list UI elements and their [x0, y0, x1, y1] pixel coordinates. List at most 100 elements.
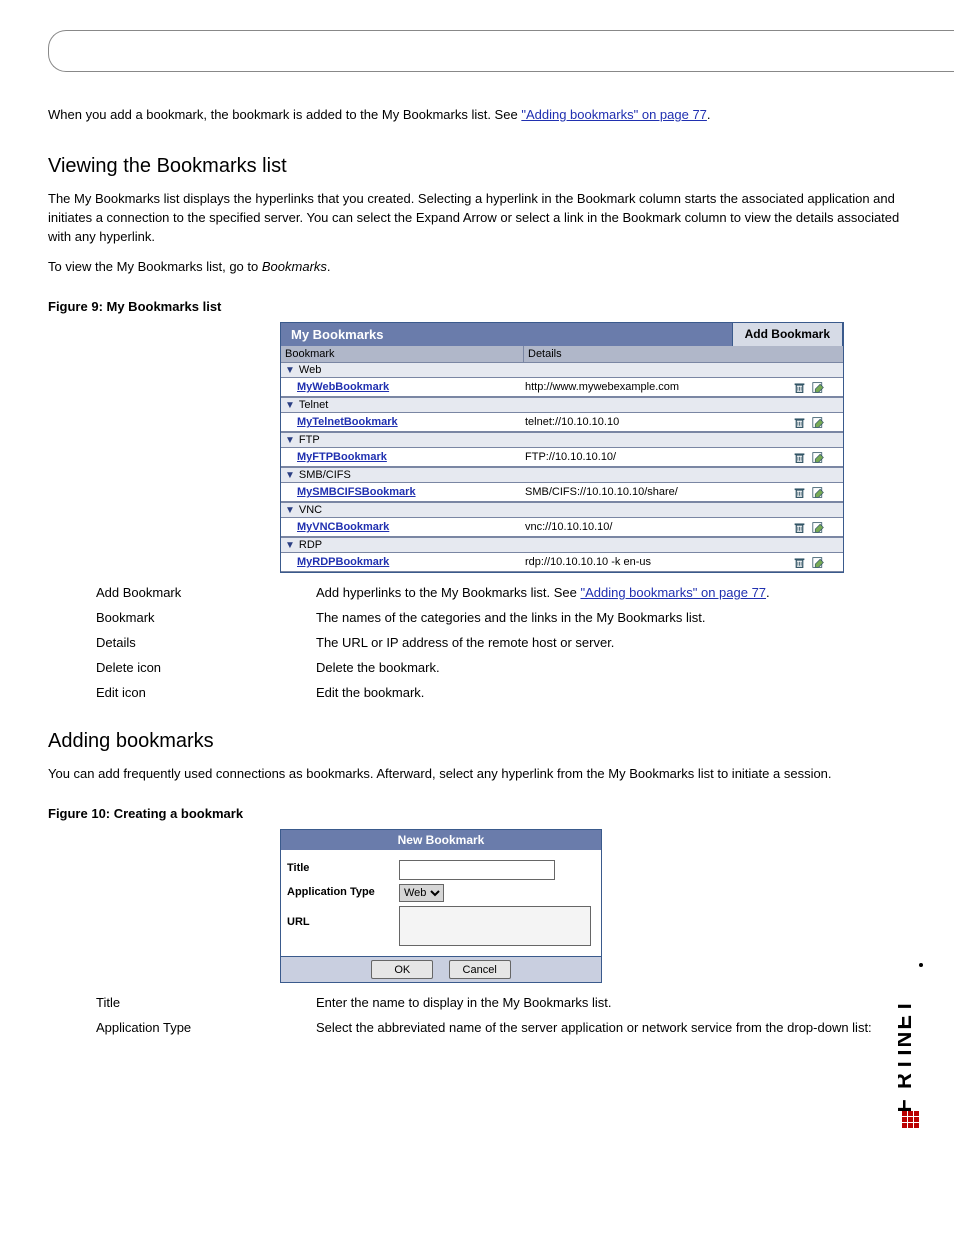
expand-arrow-icon[interactable]: ▼: [285, 400, 295, 411]
definition-link[interactable]: "Adding bookmarks" on page 77: [580, 585, 766, 600]
definition-term: Add Bookmark: [96, 585, 316, 600]
para3c: .: [327, 259, 331, 274]
bookmark-detail: vnc://10.10.10.10/: [521, 519, 765, 535]
paragraph-add: You can add frequently used connections …: [48, 765, 906, 784]
group-name: Telnet: [299, 399, 328, 411]
definition-row: Edit iconEdit the bookmark.: [96, 685, 906, 700]
intro-paragraph: When you add a bookmark, the bookmark is…: [48, 106, 906, 125]
expand-arrow-icon[interactable]: ▼: [285, 365, 295, 376]
definition-term: Title: [96, 995, 316, 1010]
definition-term: Bookmark: [96, 610, 316, 625]
edit-icon[interactable]: [812, 381, 825, 394]
bookmark-detail: telnet://10.10.10.10: [521, 414, 765, 430]
group-name: SMB/CIFS: [299, 469, 351, 481]
bookmark-link[interactable]: MyVNCBookmark: [281, 519, 521, 535]
bookmark-link[interactable]: MyFTPBookmark: [281, 449, 521, 465]
group-row[interactable]: ▼ Web: [281, 362, 843, 378]
edit-icon[interactable]: [812, 521, 825, 534]
bookmark-link[interactable]: MyRDPBookmark: [281, 554, 521, 570]
group-row[interactable]: ▼ VNC: [281, 502, 843, 518]
panel-title: My Bookmarks: [281, 323, 732, 346]
definition-row: DetailsThe URL or IP address of the remo…: [96, 635, 906, 650]
add-bookmark-button[interactable]: Add Bookmark: [732, 323, 843, 346]
bookmark-row: MyTelnetBookmarktelnet://10.10.10.10: [281, 413, 843, 432]
definition-desc: Enter the name to display in the My Book…: [316, 995, 906, 1010]
section-heading-add: Adding bookmarks: [48, 730, 906, 753]
bookmark-detail: FTP://10.10.10.10/: [521, 449, 765, 465]
col-details: Details: [524, 346, 843, 362]
group-row[interactable]: ▼ Telnet: [281, 397, 843, 413]
title-label: Title: [287, 860, 399, 874]
ok-button[interactable]: OK: [371, 960, 433, 979]
paragraph-2: The My Bookmarks list displays the hyper…: [48, 190, 906, 247]
expand-arrow-icon[interactable]: ▼: [285, 505, 295, 516]
delete-icon[interactable]: [793, 451, 806, 464]
bookmark-row: MySMBCIFSBookmarkSMB/CIFS://10.10.10.10/…: [281, 483, 843, 502]
edit-icon[interactable]: [812, 451, 825, 464]
delete-icon[interactable]: [793, 486, 806, 499]
bookmark-row: MyFTPBookmarkFTP://10.10.10.10/: [281, 448, 843, 467]
bookmark-row: MyWebBookmarkhttp://www.mywebexample.com: [281, 378, 843, 397]
url-label: URL: [287, 906, 399, 928]
intro-ref-a: My Bookmarks list. See: [382, 107, 518, 122]
delete-icon[interactable]: [793, 381, 806, 394]
group-name: FTP: [299, 434, 320, 446]
expand-arrow-icon[interactable]: ▼: [285, 540, 295, 551]
edit-icon[interactable]: [812, 556, 825, 569]
expand-arrow-icon[interactable]: ▼: [285, 435, 295, 446]
title-input[interactable]: [399, 860, 555, 880]
apptype-label: Application Type: [287, 884, 399, 898]
definition-desc: The names of the categories and the link…: [316, 610, 906, 625]
bookmark-link[interactable]: MyWebBookmark: [281, 379, 521, 395]
bookmark-link[interactable]: MyTelnetBookmark: [281, 414, 521, 430]
new-bookmark-dialog: New Bookmark Title Application Type Web …: [280, 829, 602, 983]
svg-text:F RTINET: F RTINET: [898, 998, 916, 1113]
group-name: VNC: [299, 504, 322, 516]
delete-icon[interactable]: [793, 556, 806, 569]
top-bar: [48, 30, 954, 72]
apptype-select[interactable]: Web: [399, 884, 444, 902]
bookmark-detail: http://www.mywebexample.com: [521, 379, 765, 395]
bookmark-detail: SMB/CIFS://10.10.10.10/share/: [521, 484, 765, 500]
delete-icon[interactable]: [793, 416, 806, 429]
edit-icon[interactable]: [812, 416, 825, 429]
definition-desc: Edit the bookmark.: [316, 685, 906, 700]
definition-term: Application Type: [96, 1020, 316, 1035]
para3b: Bookmarks: [262, 259, 327, 274]
paragraph-3: To view the My Bookmarks list, go to Boo…: [48, 258, 906, 277]
definition-term: Delete icon: [96, 660, 316, 675]
delete-icon[interactable]: [793, 521, 806, 534]
definition-row: BookmarkThe names of the categories and …: [96, 610, 906, 625]
definition-term: Edit icon: [96, 685, 316, 700]
intro-link[interactable]: "Adding bookmarks" on page 77: [521, 107, 707, 122]
group-row[interactable]: ▼ SMB/CIFS: [281, 467, 843, 483]
definition-row: TitleEnter the name to display in the My…: [96, 995, 906, 1010]
definition-desc: The URL or IP address of the remote host…: [316, 635, 906, 650]
url-textarea[interactable]: [399, 906, 591, 946]
fortinet-logo: F RTINET: [898, 955, 924, 1155]
figure2-caption: Figure 10: Creating a bookmark: [48, 806, 906, 821]
cancel-button[interactable]: Cancel: [449, 960, 511, 979]
group-name: RDP: [299, 539, 322, 551]
bookmark-link[interactable]: MySMBCIFSBookmark: [281, 484, 521, 500]
definition-desc: Add hyperlinks to the My Bookmarks list.…: [316, 585, 906, 600]
para3a: To view the My Bookmarks list, go to: [48, 259, 258, 274]
expand-arrow-icon[interactable]: ▼: [285, 470, 295, 481]
definition-row: Application TypeSelect the abbreviated n…: [96, 1020, 906, 1035]
dialog-title: New Bookmark: [281, 830, 601, 850]
group-row[interactable]: ▼ RDP: [281, 537, 843, 553]
group-name: Web: [299, 364, 321, 376]
bookmark-detail: rdp://10.10.10.10 -k en-us: [521, 554, 765, 570]
col-bookmark: Bookmark: [281, 346, 524, 362]
definition-row: Add BookmarkAdd hyperlinks to the My Boo…: [96, 585, 906, 600]
bookmarks-panel: My Bookmarks Add Bookmark Bookmark Detai…: [280, 322, 844, 573]
figure1-caption: Figure 9: My Bookmarks list: [48, 299, 906, 314]
bookmark-row: MyVNCBookmarkvnc://10.10.10.10/: [281, 518, 843, 537]
definition-desc: Select the abbreviated name of the serve…: [316, 1020, 906, 1035]
definition-desc: Delete the bookmark.: [316, 660, 906, 675]
edit-icon[interactable]: [812, 486, 825, 499]
group-row[interactable]: ▼ FTP: [281, 432, 843, 448]
intro-text: When you add a bookmark, the bookmark is…: [48, 107, 378, 122]
intro-ref-b: .: [707, 107, 711, 122]
definition-row: Delete iconDelete the bookmark.: [96, 660, 906, 675]
